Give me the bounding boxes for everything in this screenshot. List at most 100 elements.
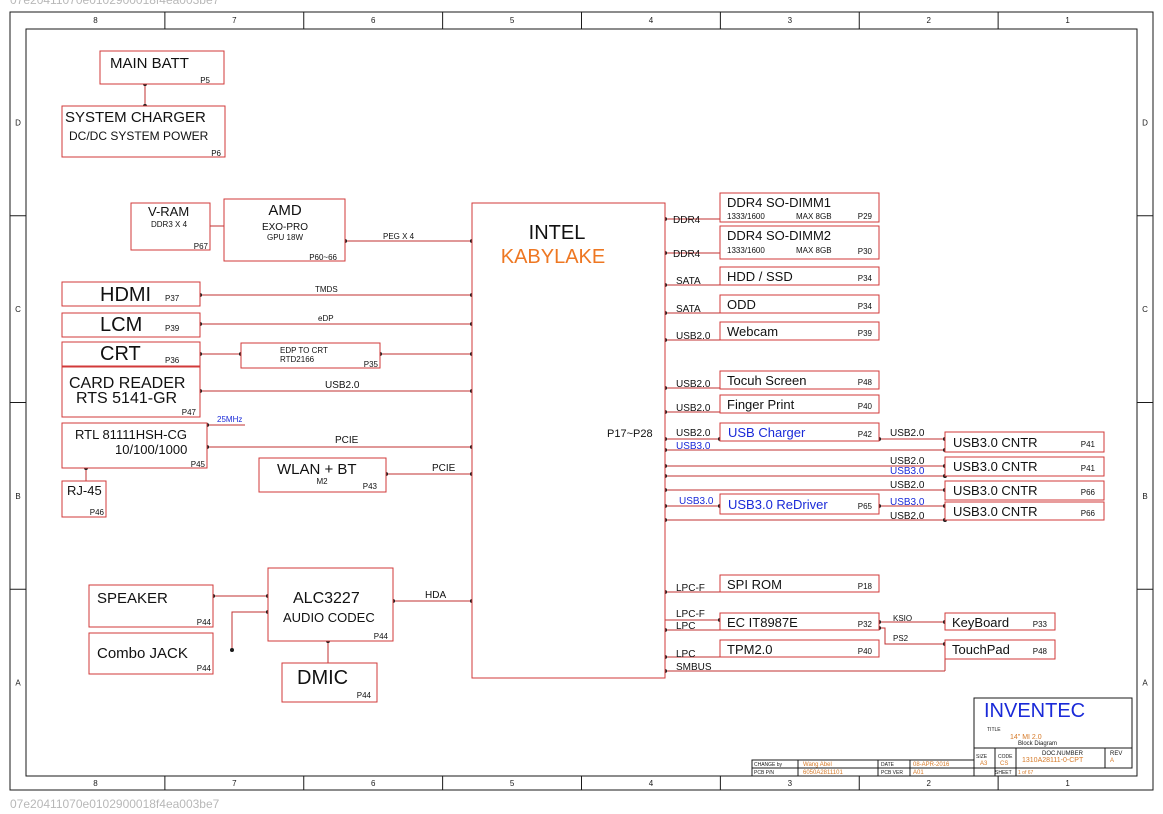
block-diagram-sheet: 07e20411070e0102900018f4ea003be7 07e2041… (9, 0, 1154, 811)
rtl-page: P45 (191, 460, 206, 469)
cpu-block[interactable] (471, 202, 666, 679)
page-id-bottom: 07e20411070e0102900018f4ea003be7 (10, 797, 220, 811)
usb30-3-page: P66 (1081, 488, 1096, 497)
frame-row-label: D (15, 118, 21, 127)
size-value: A3 (980, 761, 988, 767)
sig-peg: PEG X 4 (383, 232, 415, 241)
sig-ksio: KSIO (893, 614, 912, 623)
usb30-2-page: P41 (1081, 464, 1096, 473)
sig-usb20-finger: USB2.0 (676, 403, 711, 414)
ec-page: P32 (858, 620, 873, 629)
touchpad-label: TouchPad (952, 642, 1010, 657)
sig-usb20-out4: USB2.0 (890, 511, 925, 522)
frame-col-label: 2 (926, 16, 931, 25)
combo-jack-label: Combo JACK (97, 645, 188, 662)
usb30-2-label: USB3.0 CNTR (953, 459, 1038, 474)
tpm-label: TPM2.0 (727, 642, 773, 657)
spirom-page: P18 (858, 582, 873, 591)
sig-lpcf-1: LPC-F (676, 583, 705, 594)
frame-row-label: A (1142, 679, 1148, 688)
frame-col-label: 6 (371, 779, 376, 788)
sig-pcie-wlan: PCIE (432, 463, 456, 474)
ddr1-label: DDR4 SO-DIMM1 (727, 195, 831, 210)
alc-page: P44 (374, 632, 389, 641)
combo-jack-page: P44 (197, 664, 212, 673)
ddr1-page: P29 (858, 212, 873, 221)
lcm-page: P39 (165, 324, 180, 333)
touchpad-page: P48 (1033, 647, 1048, 656)
rj45-label: RJ-45 (67, 483, 102, 498)
hdmi-page: P37 (165, 294, 180, 303)
vram-page: P67 (194, 242, 209, 251)
pcbpn-label: PCB P/N (754, 770, 774, 776)
date-value: 08-APR-2016 (913, 762, 950, 768)
ddr1-sub2: MAX 8GB (796, 212, 832, 221)
amd-label: AMD (268, 202, 302, 219)
keyboard-label: KeyBoard (952, 615, 1009, 630)
sig-tmds: TMDS (315, 285, 338, 294)
odd-page: P34 (858, 302, 873, 311)
rev-value: A (1110, 758, 1114, 764)
keyboard-page: P33 (1033, 620, 1048, 629)
usb30-1-label: USB3.0 CNTR (953, 435, 1038, 450)
sig-usb20-out1: USB2.0 (890, 428, 925, 439)
rtl-sub: 10/100/1000 (115, 442, 187, 457)
page-id-top: 07e20411070e0102900018f4ea003be7 (10, 0, 220, 7)
sig-hda: HDA (425, 590, 446, 601)
ddr2-page: P30 (858, 247, 873, 256)
pcbpn-value: 6050A2811101 (803, 770, 843, 776)
docnum-value: 1310A28111-0-CPT (1022, 757, 1084, 764)
vram-sub: DDR3 X 4 (151, 220, 188, 229)
title-value: 14" MI 2.0 (1010, 734, 1042, 741)
sig-lpc-tpm: LPC (676, 649, 695, 660)
code-value: CS (1000, 761, 1008, 767)
sig-usb30-chg: USB3.0 (676, 441, 711, 452)
frame-row-label: C (15, 305, 21, 314)
sig-ddr4-1: DDR4 (673, 215, 701, 226)
frame-col-label: 8 (93, 16, 98, 25)
ddr2-sub: 1333/1600 (727, 246, 765, 255)
pcbver-value: A01 (913, 770, 924, 776)
sig-usb20-touch: USB2.0 (676, 379, 711, 390)
sig-ps2: PS2 (893, 634, 909, 643)
sig-usb20-out3: USB2.0 (890, 480, 925, 491)
redriver-page: P65 (858, 502, 873, 511)
sig-lpcf-2: LPC-F (676, 609, 705, 620)
sig-pcie-rtl: PCIE (335, 435, 359, 446)
ddr2-sub2: MAX 8GB (796, 246, 832, 255)
sig-25mhz: 25MHz (217, 415, 242, 424)
sig-usb30-out2: USB3.0 (890, 466, 925, 477)
frame-col-label: 8 (93, 779, 98, 788)
sig-edp: eDP (318, 314, 334, 323)
speaker-label: SPEAKER (97, 590, 168, 607)
speaker-page: P44 (197, 618, 212, 627)
usbchg-label: USB Charger (728, 425, 806, 440)
sig-lpc-ec: LPC (676, 621, 695, 632)
amd-page: P60~66 (309, 253, 337, 262)
cpu-pages: P17~P28 (607, 428, 653, 440)
dmic-label: DMIC (297, 667, 348, 689)
frame-col-label: 2 (926, 779, 931, 788)
hdd-page: P34 (858, 274, 873, 283)
amd-sub: EXO-PRO (262, 222, 308, 233)
ddr2-label: DDR4 SO-DIMM2 (727, 228, 831, 243)
code-label: CODE (998, 754, 1013, 760)
wlan-page: P43 (363, 482, 378, 491)
finger-label: Finger Print (727, 397, 795, 412)
frame-col-label: 6 (371, 16, 376, 25)
card-reader-page: P47 (182, 408, 197, 417)
odd-label: ODD (727, 297, 756, 312)
title-label: TITLE (987, 727, 1001, 733)
date-label: DATE (881, 762, 895, 768)
hdmi-label: HDMI (100, 284, 151, 306)
tpm-page: P40 (858, 647, 873, 656)
sig-usb30-out4: USB3.0 (890, 497, 925, 508)
sig-usb20-webcam: USB2.0 (676, 331, 711, 342)
edp-crt-sub: RTD2166 (280, 355, 315, 364)
sig-smbus: SMBUS (676, 662, 712, 673)
sheet-label: SHEET (995, 770, 1012, 776)
finger-page: P40 (858, 402, 873, 411)
redriver-label: USB3.0 ReDriver (728, 497, 828, 512)
ec-label: EC IT8987E (727, 615, 798, 630)
crt-page: P36 (165, 356, 180, 365)
